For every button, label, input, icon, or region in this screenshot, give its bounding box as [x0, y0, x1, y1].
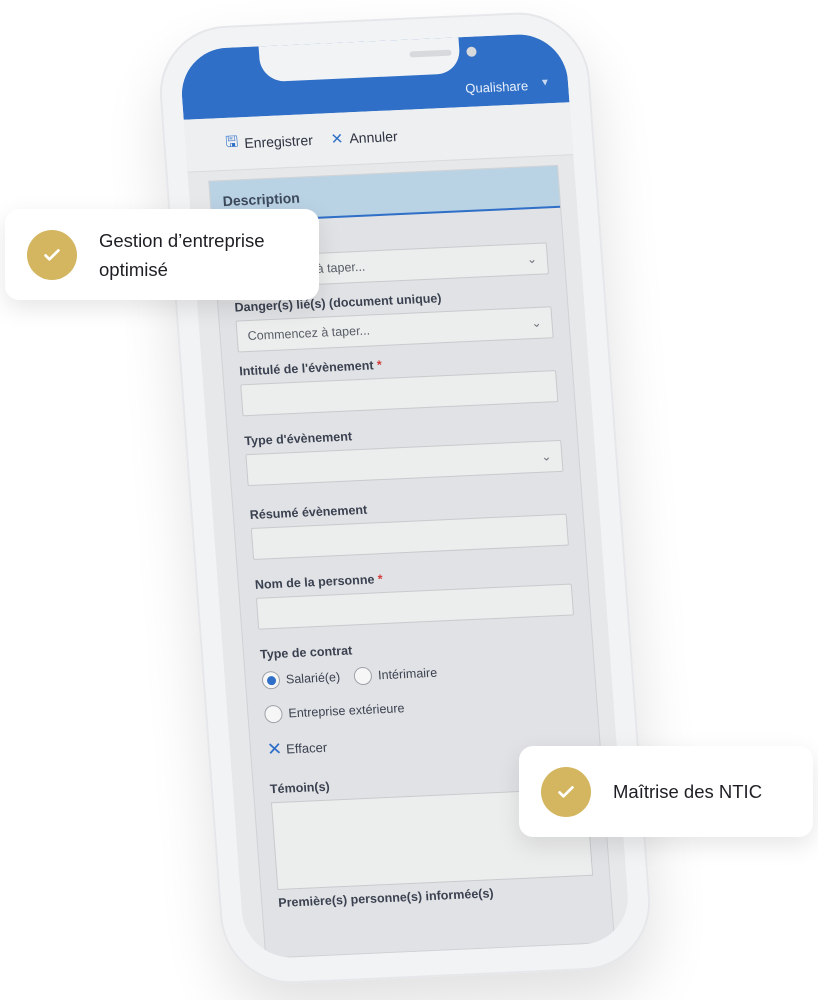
check-icon [27, 229, 77, 280]
save-icon: 🖫 [224, 132, 239, 151]
radio-interimaire[interactable]: Intérimaire [353, 664, 438, 686]
save-label: Enregistrer [243, 131, 314, 152]
chevron-down-icon: ⌄ [540, 449, 552, 464]
clear-label: Effacer [285, 739, 328, 757]
radio-unchecked-icon [263, 704, 284, 724]
contract-radio-row-1: Salarié(e) Intérimaire [261, 657, 578, 690]
event-type-select[interactable]: ⌄ [245, 439, 564, 487]
badge-right: Maîtrise des NTIC [519, 746, 813, 837]
phone-frame: Qualishare ▼ 🖫 Enregistrer ✕ Annuler Des… [154, 9, 656, 987]
contract-radio-row-2: Entreprise extérieure [263, 691, 581, 724]
badge-left: Gestion d’entreprise optimisé [5, 209, 319, 300]
close-icon: ✕ [266, 738, 283, 760]
person-label-text: Nom de la personne [254, 572, 375, 592]
person-input[interactable] [255, 583, 575, 630]
radio-label: Intérimaire [377, 665, 438, 683]
cancel-button[interactable]: ✕ Annuler [330, 127, 398, 148]
save-button[interactable]: 🖫 Enregistrer [225, 127, 314, 156]
chevron-down-icon: ⌄ [526, 251, 538, 267]
radio-unchecked-icon [353, 666, 373, 686]
app-brand: Qualishare [464, 78, 529, 96]
badge-right-text: Maîtrise des NTIC [613, 781, 763, 802]
badge-left-line-1: Gestion d’entreprise [99, 229, 265, 251]
chevron-down-icon[interactable]: ▼ [540, 77, 551, 88]
radio-entreprise[interactable]: Entreprise extérieure [263, 699, 405, 724]
radio-label: Entreprise extérieure [287, 701, 405, 721]
check-icon [541, 766, 591, 817]
close-icon: ✕ [330, 130, 344, 149]
radio-salarie[interactable]: Salarié(e) [261, 668, 341, 690]
contract-label: Type de contrat [259, 643, 353, 662]
summary-input[interactable] [250, 513, 569, 560]
check-icon-svg [44, 248, 60, 261]
speaker-icon [409, 49, 452, 58]
title-input[interactable] [240, 370, 559, 417]
chevron-down-icon: ⌄ [530, 315, 543, 331]
check-icon-svg [558, 785, 574, 798]
cancel-label: Annuler [348, 128, 399, 147]
phone-mockup: Qualishare ▼ 🖫 Enregistrer ✕ Annuler Des… [0, 0, 818, 1000]
phone-notch [258, 37, 477, 83]
radio-label: Salarié(e) [285, 670, 341, 687]
dangers-select[interactable]: Commencez à taper... ⌄ [235, 306, 554, 353]
badge-left-line-2: optimisé [99, 258, 168, 280]
radio-checked-icon [261, 670, 281, 690]
title-label-text: Intitulé de l'évènement [238, 358, 374, 379]
badge-left-text: Gestion d’entreprise optimisé [99, 226, 265, 284]
dangers-placeholder: Commencez à taper... [247, 323, 371, 344]
camera-icon [466, 46, 477, 57]
